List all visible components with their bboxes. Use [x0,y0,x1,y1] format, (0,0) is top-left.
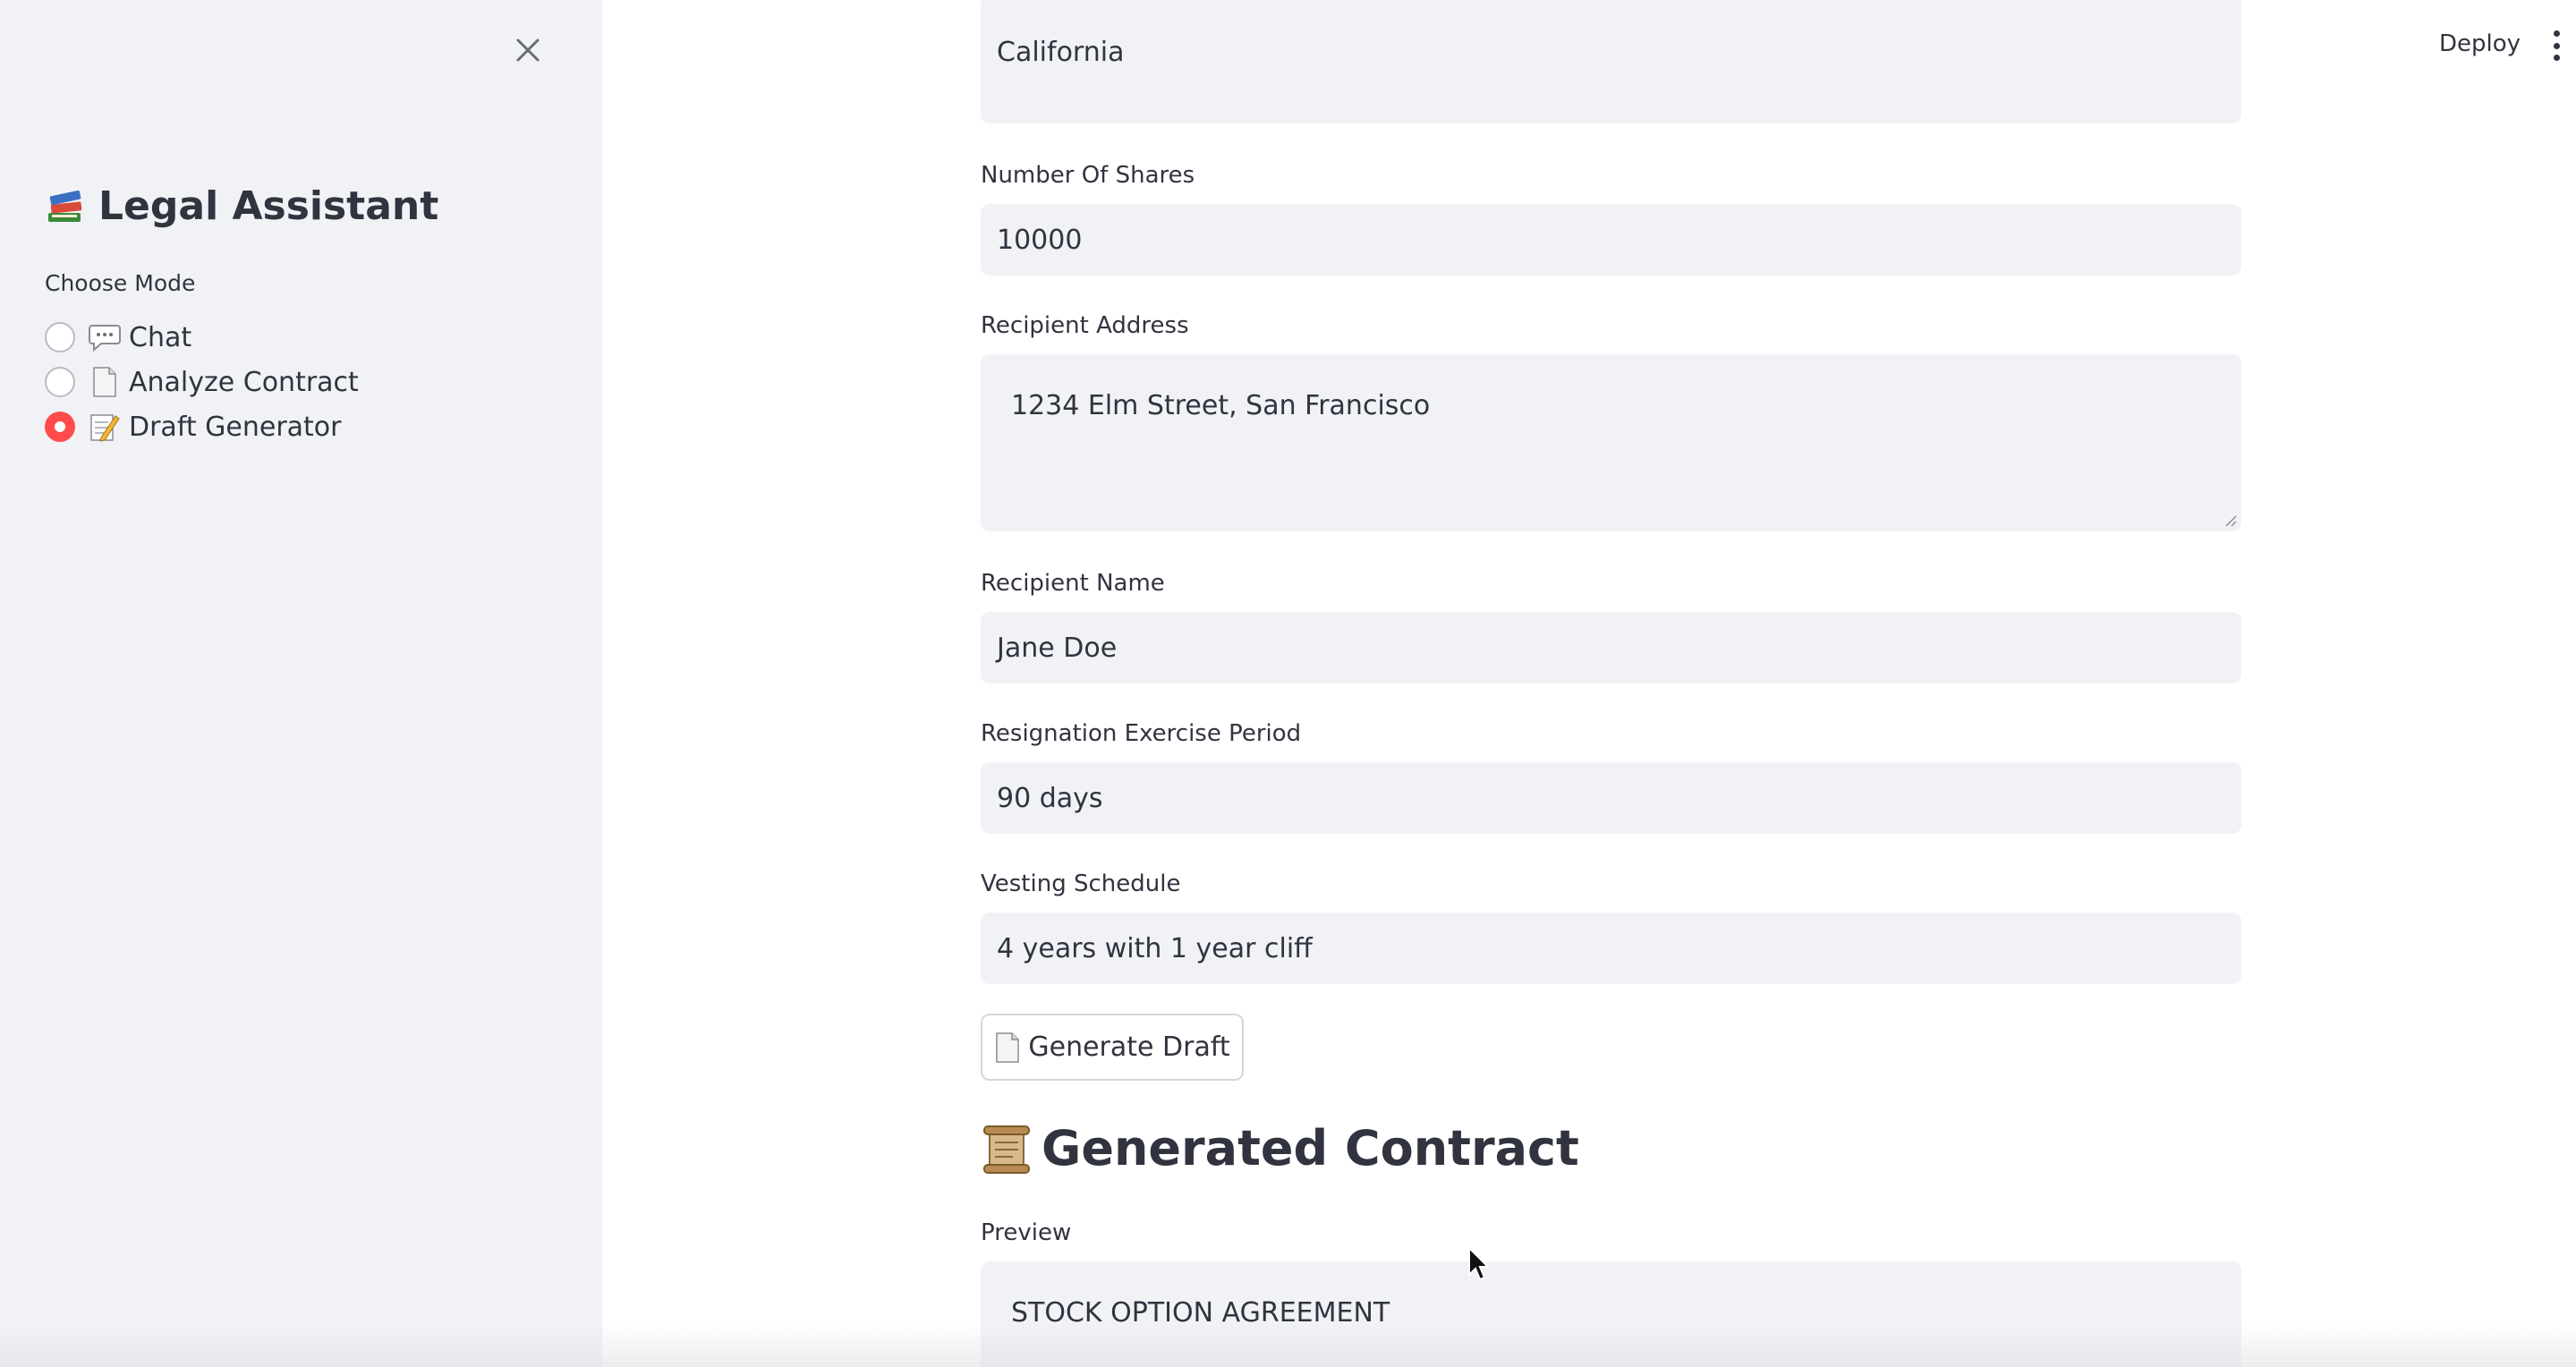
vesting-input[interactable]: 4 years with 1 year cliff [981,913,2241,984]
address-label: Recipient Address [981,312,1189,339]
preview-text: STOCK OPTION AGREEMENT [1011,1297,1390,1329]
name-label: Recipient Name [981,570,1165,597]
scroll-icon [983,1125,1030,1174]
books-icon [48,190,82,222]
state-input[interactable]: California [981,0,2241,123]
preview-label: Preview [981,1219,1072,1246]
state-input-value: California [997,36,1125,68]
generate-draft-button[interactable]: Generate Draft [981,1014,1244,1081]
preview-textarea[interactable]: STOCK OPTION AGREEMENT [981,1261,2241,1367]
mode-option-analyze-contract[interactable]: Analyze Contract [45,360,359,404]
mode-option-draft-generator[interactable]: Draft Generator [45,404,359,449]
exercise-period-input[interactable]: 90 days [981,762,2241,834]
mode-option-label: Analyze Contract [129,366,359,398]
memo-icon [88,410,122,444]
exercise-period-label: Resignation Exercise Period [981,720,1302,747]
mode-option-label: Chat [129,321,192,353]
sidebar-title-text: Legal Assistant [98,183,439,229]
address-textarea[interactable]: 1234 Elm Street, San Francisco [981,354,2241,531]
vesting-label: Vesting Schedule [981,870,1181,897]
mouse-cursor-icon [1468,1246,1491,1281]
generate-draft-label: Generate Draft [1028,1032,1230,1063]
main-menu-button[interactable] [2550,30,2563,61]
mode-radio-group: Chat Analyze Contract Draft Generator [45,315,359,449]
mode-option-chat[interactable]: Chat [45,315,359,360]
document-icon [996,1032,1020,1063]
close-icon [516,38,540,62]
generated-contract-title: Generated Contract [1041,1120,1579,1176]
radio-button[interactable] [45,322,75,352]
resize-handle-icon[interactable] [2223,514,2238,528]
sidebar: Legal Assistant Choose Mode Chat Analyze [0,0,602,1367]
choose-mode-label: Choose Mode [45,270,196,296]
shares-input[interactable]: 10000 [981,204,2241,276]
radio-button[interactable] [45,367,75,397]
shares-label: Number Of Shares [981,162,1195,189]
kebab-menu-icon [2553,30,2560,37]
document-icon [88,365,122,399]
address-textarea-value: 1234 Elm Street, San Francisco [1011,390,1431,421]
speech-bubble-icon [88,320,122,354]
mode-option-label: Draft Generator [129,411,342,443]
generated-contract-heading: Generated Contract [981,1120,1579,1176]
deploy-button[interactable]: Deploy [2439,30,2521,57]
radio-button-selected[interactable] [45,412,75,442]
sidebar-title: Legal Assistant [45,183,438,229]
main-content: California Number Of Shares 10000 Recipi… [981,0,2241,1367]
name-input[interactable]: Jane Doe [981,612,2241,684]
close-sidebar-button[interactable] [510,32,546,68]
